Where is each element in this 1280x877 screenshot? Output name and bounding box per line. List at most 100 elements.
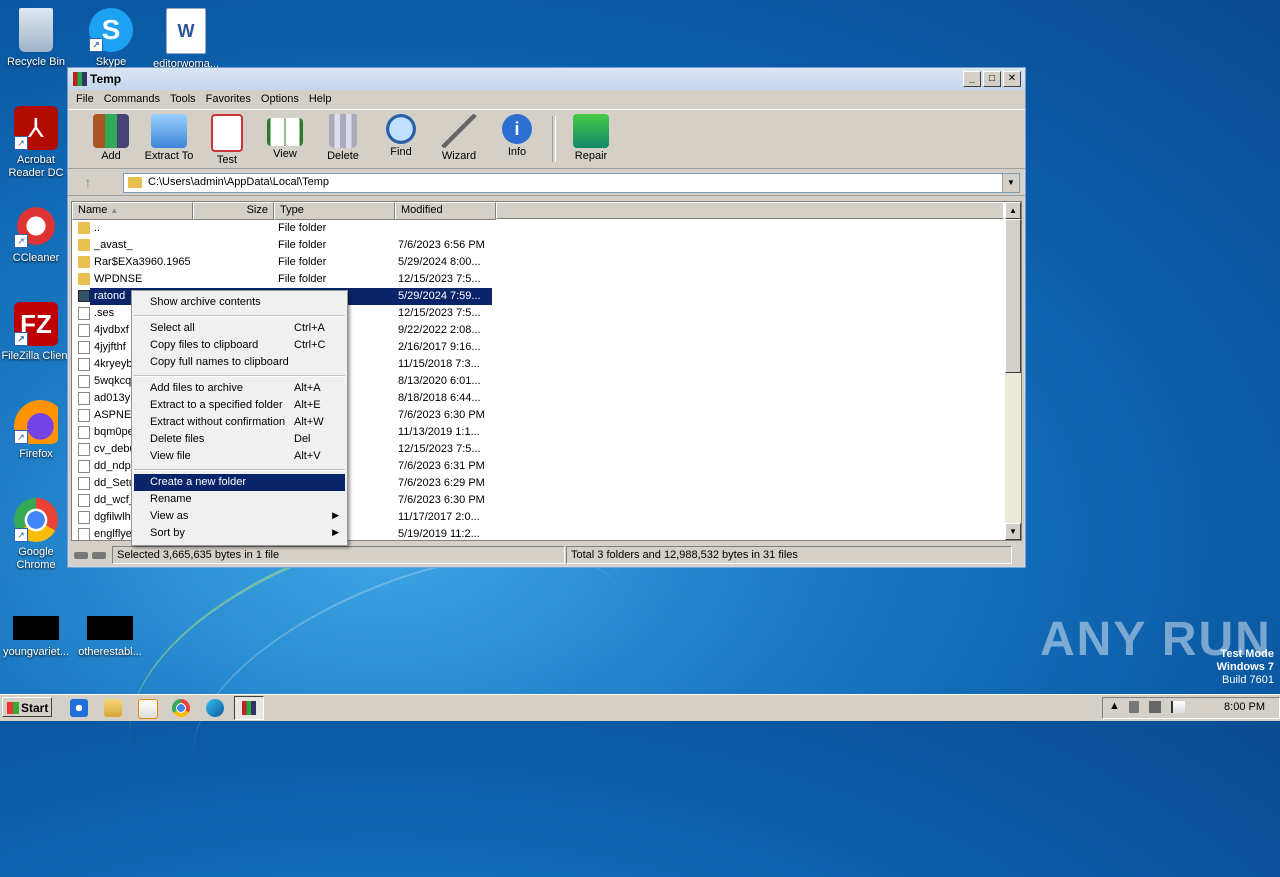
column-header-type[interactable]: Type <box>274 202 395 220</box>
clock[interactable]: 8:00 PM <box>1224 701 1265 713</box>
scroll-down-icon[interactable]: ▼ <box>1005 523 1021 540</box>
menu-item-copy-files-to-clipboard[interactable]: Copy files to clipboard Ctrl+C <box>134 337 345 354</box>
chrome-icon: ↗ <box>14 498 58 542</box>
menu-item-select-all[interactable]: Select all Ctrl+A <box>134 320 345 337</box>
toolbar: Add Extract To Test View Delete Find Wiz… <box>68 109 1025 169</box>
chrome-icon[interactable] <box>172 699 190 717</box>
cell-modified: 7/6/2023 6:31 PM <box>398 460 485 472</box>
menu-item-extract-to-a-specified-folder[interactable]: Extract to a specified folder Alt+E <box>134 397 345 414</box>
column-header-modified[interactable]: Modified <box>395 202 496 220</box>
menu-item-copy-full-names-to-clipboard[interactable]: Copy full names to clipboard <box>134 354 345 371</box>
cell-modified: 12/15/2023 7:5... <box>398 443 481 455</box>
column-header-name[interactable]: Name ▲ <box>72 202 193 220</box>
scroll-thumb[interactable] <box>1005 219 1021 373</box>
file-icon <box>78 477 90 490</box>
menu-item-create-a-new-folder[interactable]: Create a new folder <box>134 474 345 491</box>
speaker-icon[interactable] <box>1129 701 1139 713</box>
folder-icon <box>78 239 90 251</box>
menu-item-view-as[interactable]: View as ▶ <box>134 508 345 525</box>
file-icon <box>78 341 90 354</box>
menu-item-view-file[interactable]: View file Alt+V <box>134 448 345 465</box>
menu-item-add-files-to-archive[interactable]: Add files to archive Alt+A <box>134 380 345 397</box>
explorer-icon[interactable] <box>104 699 122 717</box>
repair-button[interactable]: Repair <box>562 110 620 168</box>
toolbar-label: Add <box>101 150 121 162</box>
desktop-icon-otherestabl[interactable]: otherestabl... <box>74 616 146 659</box>
scroll-up-icon[interactable]: ▲ <box>1005 202 1021 219</box>
column-header-filler <box>496 202 1004 219</box>
desktop-icon-chrome[interactable]: ↗ Google Chrome <box>0 498 72 572</box>
menu-tools[interactable]: Tools <box>165 90 201 109</box>
menu-options[interactable]: Options <box>256 90 304 109</box>
menu-item-extract-without-confirmation[interactable]: Extract without confirmation Alt+W <box>134 414 345 431</box>
ie-icon[interactable] <box>70 699 88 717</box>
media-player-icon[interactable] <box>138 699 158 719</box>
vertical-scrollbar[interactable]: ▲ ▼ <box>1005 202 1021 540</box>
magic-wand-icon <box>441 114 477 148</box>
menu-item-label: Select all <box>150 322 195 334</box>
menu-item-rename[interactable]: Rename <box>134 491 345 508</box>
desktop-icon-acrobat[interactable]: ⅄ ↗ Acrobat Reader DC <box>0 106 72 180</box>
toolbar-separator <box>552 116 556 162</box>
column-header-size[interactable]: Size <box>193 202 274 220</box>
cell-modified: 7/6/2023 6:30 PM <box>398 409 485 421</box>
menu-help[interactable]: Help <box>304 90 337 109</box>
cell-modified: 11/13/2019 1:1... <box>398 426 480 438</box>
watermark-line: Test Mode <box>1220 648 1274 660</box>
desktop-icon-skype[interactable]: S ↗ Skype <box>75 8 147 69</box>
cell-modified: 7/6/2023 6:56 PM <box>398 239 485 251</box>
winrar-app-icon <box>73 72 87 86</box>
extract-to-button[interactable]: Extract To <box>140 110 198 168</box>
menu-item-shortcut: Ctrl+C <box>294 339 326 351</box>
find-button[interactable]: Find <box>372 110 430 168</box>
trash-icon <box>329 114 357 148</box>
minimize-button[interactable]: _ <box>963 71 981 87</box>
menu-commands[interactable]: Commands <box>99 90 165 109</box>
info-button[interactable]: i Info <box>488 110 546 168</box>
close-button[interactable]: ✕ <box>1003 71 1021 87</box>
cell-modified: 5/29/2024 8:00... <box>398 256 481 268</box>
network-icon[interactable] <box>1149 701 1161 713</box>
desktop-icon-editorwoma[interactable]: W editorwoma... <box>150 8 222 71</box>
desktop-icon-label: CCleaner <box>12 252 60 264</box>
desktop-icon-ccleaner[interactable]: ↗ CCleaner <box>0 204 72 265</box>
add-button[interactable]: Add <box>82 110 140 168</box>
desktop-icon-filezilla[interactable]: FZ ↗ FileZilla Client <box>0 302 72 363</box>
desktop-icon-firefox[interactable]: ↗ Firefox <box>0 400 72 461</box>
menu-item-label: Add files to archive <box>150 382 243 394</box>
maximize-button[interactable]: □ <box>983 71 1001 87</box>
menu-file[interactable]: File <box>71 90 99 109</box>
file-icon <box>78 375 90 388</box>
cell-modified: 11/17/2017 2:0... <box>398 511 480 523</box>
up-folder-icon[interactable]: ↑ <box>78 175 98 189</box>
menu-item-delete-files[interactable]: Delete files Del <box>134 431 345 448</box>
status-total: Total 3 folders and 12,988,532 bytes in … <box>566 546 1012 564</box>
desktop-icon-recycle-bin[interactable]: Recycle Bin <box>0 8 72 69</box>
menu-favorites[interactable]: Favorites <box>201 90 256 109</box>
winrar-taskbar-button[interactable] <box>234 696 264 720</box>
chevron-down-icon[interactable]: ▼ <box>1002 174 1019 192</box>
desktop-icon-youngvariet[interactable]: youngvariet... <box>0 616 72 659</box>
desktop-icon-label: otherestabl... <box>78 646 142 658</box>
path-combobox[interactable]: C:\Users\admin\AppData\Local\Temp ▼ <box>123 173 1020 193</box>
flag-icon[interactable] <box>1171 701 1185 713</box>
test-button[interactable]: Test <box>198 110 256 168</box>
delete-button[interactable]: Delete <box>314 110 372 168</box>
info-icon: i <box>502 114 532 144</box>
menu-item-sort-by[interactable]: Sort by ▶ <box>134 525 345 542</box>
title-bar[interactable]: Temp _ □ ✕ <box>68 68 1025 90</box>
edge-icon[interactable] <box>206 699 224 717</box>
menu-separator <box>134 375 345 377</box>
cell-modified: 8/18/2018 6:44... <box>398 392 481 404</box>
view-button[interactable]: View <box>256 110 314 168</box>
folder-icon <box>78 256 90 268</box>
cell-modified: 9/22/2022 2:08... <box>398 324 481 336</box>
toolbar-label: Wizard <box>441 150 477 162</box>
menu-bar: File Commands Tools Favorites Options He… <box>68 90 1025 109</box>
wizard-button[interactable]: Wizard <box>430 110 488 168</box>
menu-item-shortcut: Alt+W <box>294 416 324 428</box>
menu-item-show-archive-contents[interactable]: Show archive contents <box>134 294 345 311</box>
chevron-up-icon[interactable]: ▲ <box>1109 700 1120 712</box>
start-button[interactable]: Start <box>2 697 52 717</box>
desktop-icon-label: FileZilla Client <box>1 350 71 362</box>
